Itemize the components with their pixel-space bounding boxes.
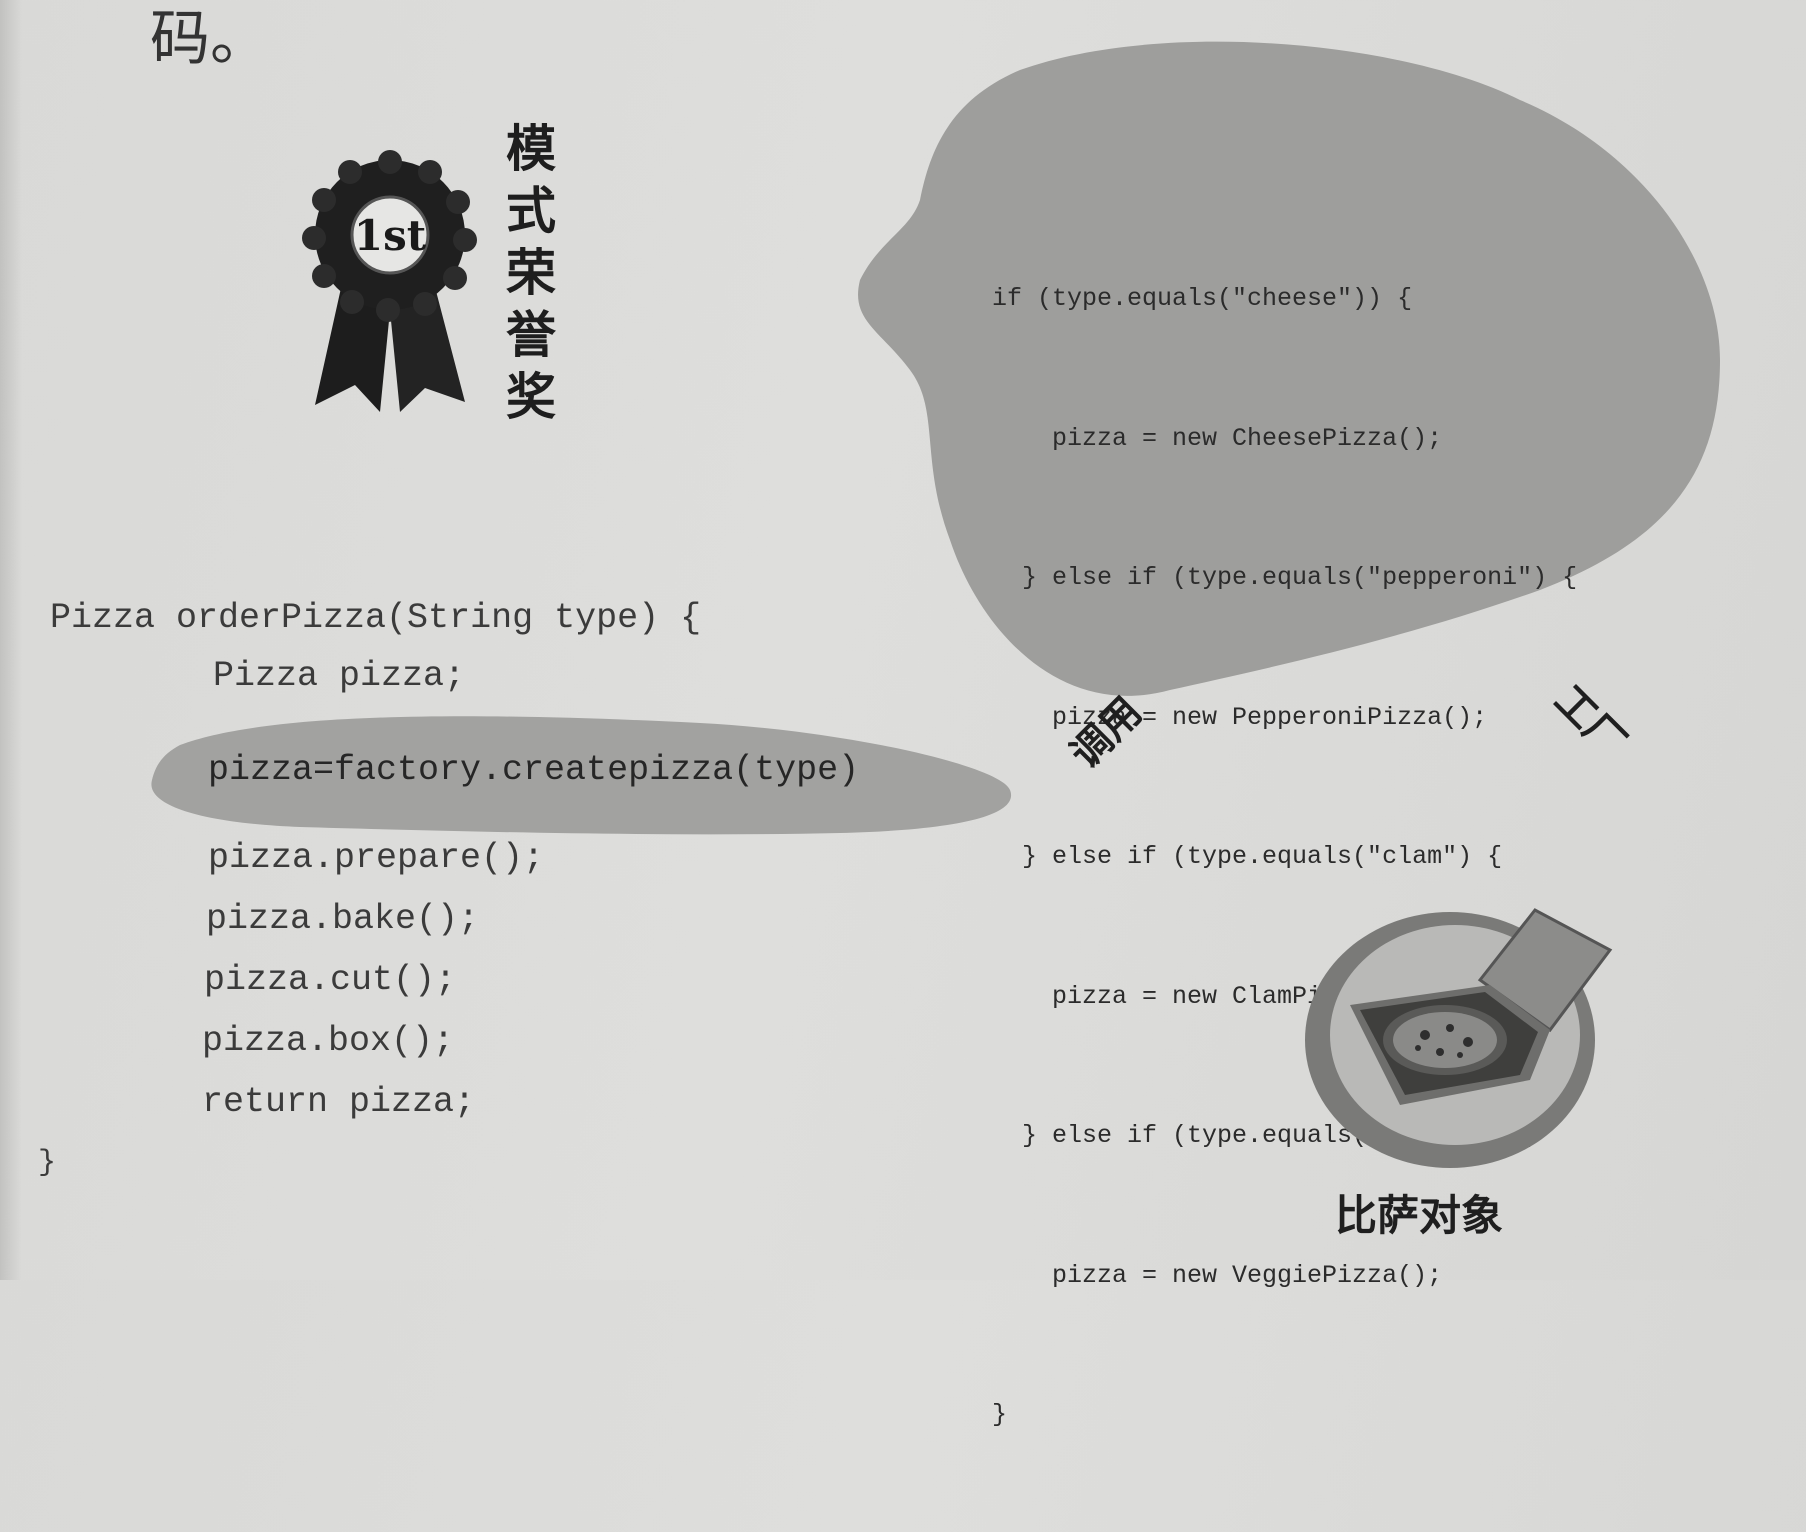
cut-call: pizza.cut();: [204, 960, 457, 1000]
bake-call: pizza.bake();: [206, 899, 480, 939]
book-page: 码。 1st 模式荣誉奖 if (type.equals("cheese")) …: [0, 0, 1806, 1429]
svg-text:1st: 1st: [354, 211, 427, 260]
factory-code-line: pizza = new CheesePizza();: [992, 423, 1443, 453]
return-statement: return pizza;: [202, 1082, 476, 1122]
prepare-call: pizza.prepare();: [208, 838, 545, 878]
factory-code-line: } else if (type.equals("pepperoni") {: [992, 563, 1578, 592]
pizza-declaration: Pizza pizza;: [213, 656, 466, 696]
first-place-ribbon-icon: 1st: [302, 150, 477, 412]
factory-code-block: if (type.equals("cheese")) { pizza = new…: [992, 183, 1577, 1532]
pizza-box-icon: [1305, 908, 1613, 1168]
factory-code-line: } else if (type.equals("clam") {: [992, 842, 1503, 871]
method-signature: Pizza orderPizza(String type) {: [50, 598, 702, 638]
factory-call-line: pizza=factory.createpizza(type): [208, 750, 860, 790]
factory-code-line: if (type.equals("cheese")) {: [992, 284, 1413, 313]
order-pizza-code: Pizza orderPizza(String type) { Pizza pi…: [38, 598, 701, 1180]
award-title: 模式荣誉奖: [506, 120, 556, 426]
factory-code-line: }: [992, 1400, 1008, 1429]
box-call: pizza.box();: [202, 1021, 455, 1061]
pizza-object-label: 比萨对象: [1335, 1191, 1504, 1240]
top-text-fragment: 码。: [150, 4, 270, 74]
closing-brace: }: [38, 1146, 57, 1180]
factory-code-line: pizza = new VeggiePizza();: [992, 1260, 1443, 1290]
page-gutter-shadow: [0, 0, 22, 1280]
